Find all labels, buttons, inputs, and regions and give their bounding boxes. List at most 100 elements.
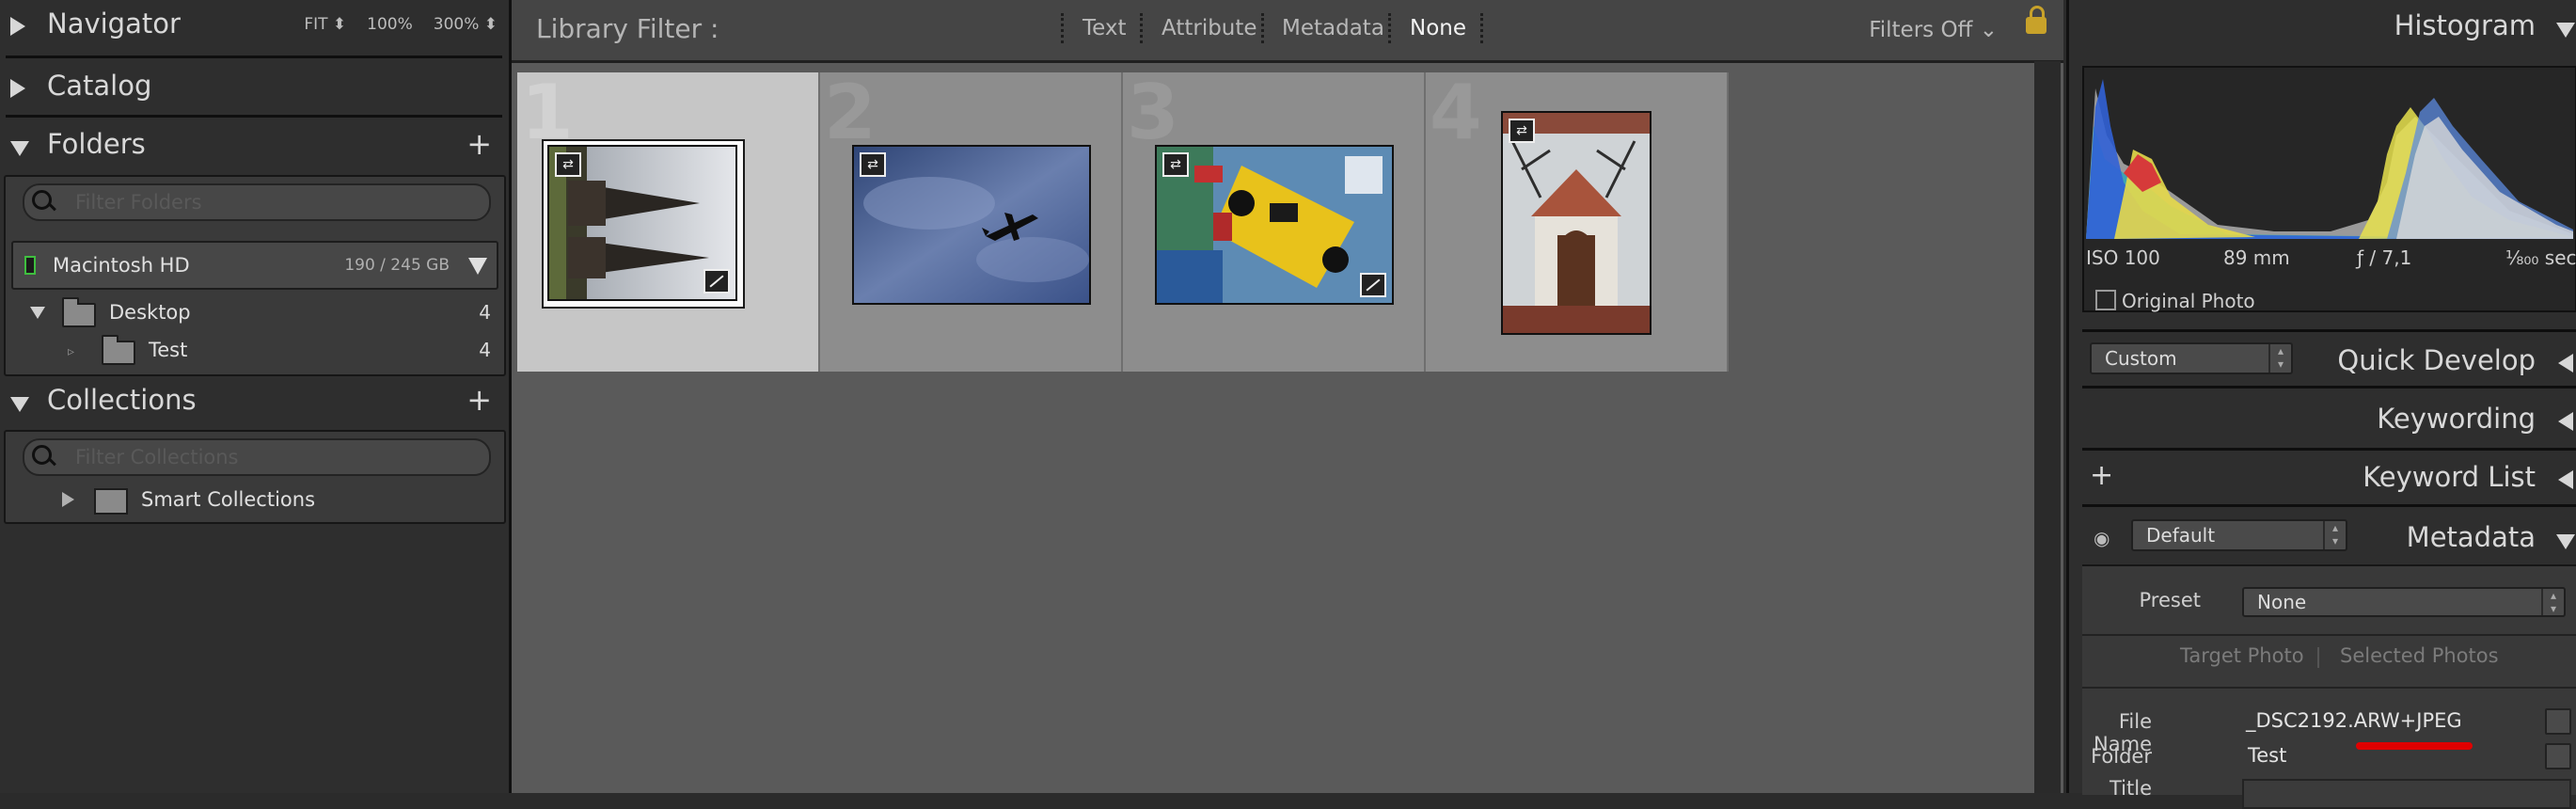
right-panel: Histogram ISO 100 89 mm ƒ / 7,1 ¹⁄₈₀₀ se… xyxy=(2066,0,2576,809)
metadata-view-select[interactable]: Default ▴ ▾ xyxy=(2131,519,2347,551)
sync-badge-icon: ⇄ xyxy=(555,152,581,177)
keyword-list-title: Keyword List xyxy=(2363,461,2536,493)
filter-none-tab[interactable]: None xyxy=(1410,16,1466,40)
checkbox[interactable] xyxy=(2095,290,2116,310)
metadata-preset-select[interactable]: None ▴ ▾ xyxy=(2242,587,2566,617)
collections-title: Collections xyxy=(47,384,197,416)
stepper-icon: ▴ ▾ xyxy=(2541,589,2564,615)
eye-icon[interactable]: ◉ xyxy=(2094,527,2110,549)
grid-cell[interactable]: 2 ⇄ xyxy=(820,69,1123,372)
selected-photos-tab[interactable]: Selected Photos xyxy=(2340,644,2499,667)
cell-index: 2 xyxy=(824,69,877,156)
collections-panel: Filter Collections Smart Collections xyxy=(4,430,506,524)
collapse-triangle-icon[interactable] xyxy=(10,141,29,156)
expand-triangle-icon[interactable] xyxy=(2558,354,2573,373)
zoom-300[interactable]: 300% ⬍ xyxy=(434,15,498,34)
volume-menu-icon[interactable] xyxy=(468,258,487,275)
add-keyword-button[interactable]: + xyxy=(2090,459,2113,492)
collections-header[interactable]: Collections + xyxy=(0,376,505,431)
preset-label: Preset xyxy=(2139,589,2201,611)
metadata-header[interactable]: ◉ Default ▴ ▾ Metadata xyxy=(2071,512,2576,566)
folder-count: 4 xyxy=(479,301,491,324)
grid-cell[interactable]: 1 ⇄ xyxy=(517,69,820,372)
filters-off-dropdown[interactable]: Filters Off ⌄ xyxy=(1869,18,1998,42)
quick-develop-title: Quick Develop xyxy=(2337,344,2536,376)
expand-triangle-icon[interactable] xyxy=(2558,412,2573,431)
target-photo-tab[interactable]: Target Photo xyxy=(2180,644,2304,667)
folder-count: 4 xyxy=(479,339,491,361)
divider xyxy=(6,56,502,58)
volume-size: 190 / 245 GB xyxy=(344,256,450,275)
volume-status-icon xyxy=(24,256,36,275)
navigator-header[interactable]: Navigator FIT ⬍ 100% 300% ⬍ xyxy=(0,0,505,55)
add-collection-button[interactable]: + xyxy=(466,382,492,418)
collapse-triangle-icon[interactable] xyxy=(10,397,29,412)
collection-name: Smart Collections xyxy=(141,488,316,511)
photo-thumbnail[interactable]: ⇄ xyxy=(1155,145,1394,305)
folder-row-desktop[interactable]: Desktop 4 xyxy=(9,293,508,331)
sync-badge-icon: ⇄ xyxy=(860,152,886,177)
field-label: Folder xyxy=(2091,745,2152,768)
select-value: None xyxy=(2257,591,2307,613)
keywording-title: Keywording xyxy=(2377,403,2536,435)
keyword-list-header[interactable]: + Keyword List xyxy=(2071,452,2576,506)
cell-index: 4 xyxy=(1430,69,1482,156)
expand-triangle-icon[interactable] xyxy=(62,492,74,507)
divider xyxy=(1388,13,1391,43)
keywording-header[interactable]: Keywording xyxy=(2071,393,2576,448)
divider xyxy=(2082,504,2576,507)
histogram-title: Histogram xyxy=(2394,9,2536,41)
histogram-graph xyxy=(2086,79,2573,239)
divider xyxy=(2082,386,2576,389)
lock-icon[interactable] xyxy=(2026,6,2047,34)
volume-name: Macintosh HD xyxy=(53,254,190,277)
expand-triangle-icon[interactable] xyxy=(10,17,25,36)
folders-panel: Filter Folders Macintosh HD 190 / 245 GB… xyxy=(4,175,506,376)
left-panel: Navigator FIT ⬍ 100% 300% ⬍ Catalog Fold… xyxy=(0,0,512,793)
file-name-action-icon[interactable] xyxy=(2545,708,2571,735)
filter-attribute-tab[interactable]: Attribute xyxy=(1162,16,1257,40)
disclosure-triangle-icon[interactable] xyxy=(30,307,45,319)
folder-row-test[interactable]: ▹ Test 4 xyxy=(9,331,508,369)
quick-develop-preset-select[interactable]: Custom ▴ ▾ xyxy=(2090,342,2293,374)
original-photo-toggle[interactable]: Original Photo xyxy=(2095,290,2255,312)
grid-scrollbar[interactable] xyxy=(2034,61,2061,793)
zoom-100[interactable]: 100% xyxy=(367,15,413,34)
filter-text-tab[interactable]: Text xyxy=(1083,16,1127,40)
collapse-triangle-icon[interactable] xyxy=(2556,534,2575,549)
collection-row-smart[interactable]: Smart Collections xyxy=(9,481,508,518)
folder-icon xyxy=(62,297,96,327)
metadata-panel: Preset None ▴ ▾ xyxy=(2082,564,2576,795)
file-name-value[interactable]: _DSC2192.ARW+JPEG xyxy=(2246,709,2462,732)
develop-adjusted-badge-icon xyxy=(703,269,730,293)
divider xyxy=(1061,13,1064,43)
zoom-fit[interactable]: FIT ⬍ xyxy=(304,15,346,34)
go-to-folder-icon[interactable] xyxy=(2545,743,2571,769)
divider xyxy=(2082,329,2576,332)
expand-triangle-icon[interactable] xyxy=(2558,470,2573,489)
photo-thumbnail[interactable]: ⇄ xyxy=(547,145,737,301)
grid-cell[interactable]: 4 ⇄ xyxy=(1426,69,1729,372)
divider xyxy=(2082,687,2576,689)
catalog-header[interactable]: Catalog xyxy=(0,62,505,117)
filter-metadata-tab[interactable]: Metadata xyxy=(1282,16,1384,40)
title-field[interactable] xyxy=(2242,779,2571,809)
divider xyxy=(2082,448,2576,451)
photo-thumbnail[interactable]: ⇄ xyxy=(1501,111,1651,335)
histogram-header[interactable]: Histogram xyxy=(2071,0,2576,55)
volume-row[interactable]: Macintosh HD 190 / 245 GB xyxy=(11,241,498,290)
grid-cell[interactable]: 3 ⇄ xyxy=(1123,69,1426,372)
collections-filter-input[interactable]: Filter Collections xyxy=(23,438,491,476)
exif-focal-length: 89 mm xyxy=(2223,246,2290,269)
photo-thumbnail[interactable]: ⇄ xyxy=(852,145,1091,305)
quick-develop-header[interactable]: Custom ▴ ▾ Quick Develop xyxy=(2071,335,2576,389)
histogram-display xyxy=(2082,66,2576,312)
catalog-title: Catalog xyxy=(47,70,152,102)
collapse-triangle-icon[interactable] xyxy=(2556,23,2575,38)
folders-header[interactable]: Folders + xyxy=(0,120,505,175)
folders-filter-input[interactable]: Filter Folders xyxy=(23,183,491,221)
folder-name: Test xyxy=(149,339,188,361)
expand-triangle-icon[interactable] xyxy=(10,79,25,98)
add-folder-button[interactable]: + xyxy=(466,126,492,162)
race-car-image xyxy=(1157,147,1392,303)
